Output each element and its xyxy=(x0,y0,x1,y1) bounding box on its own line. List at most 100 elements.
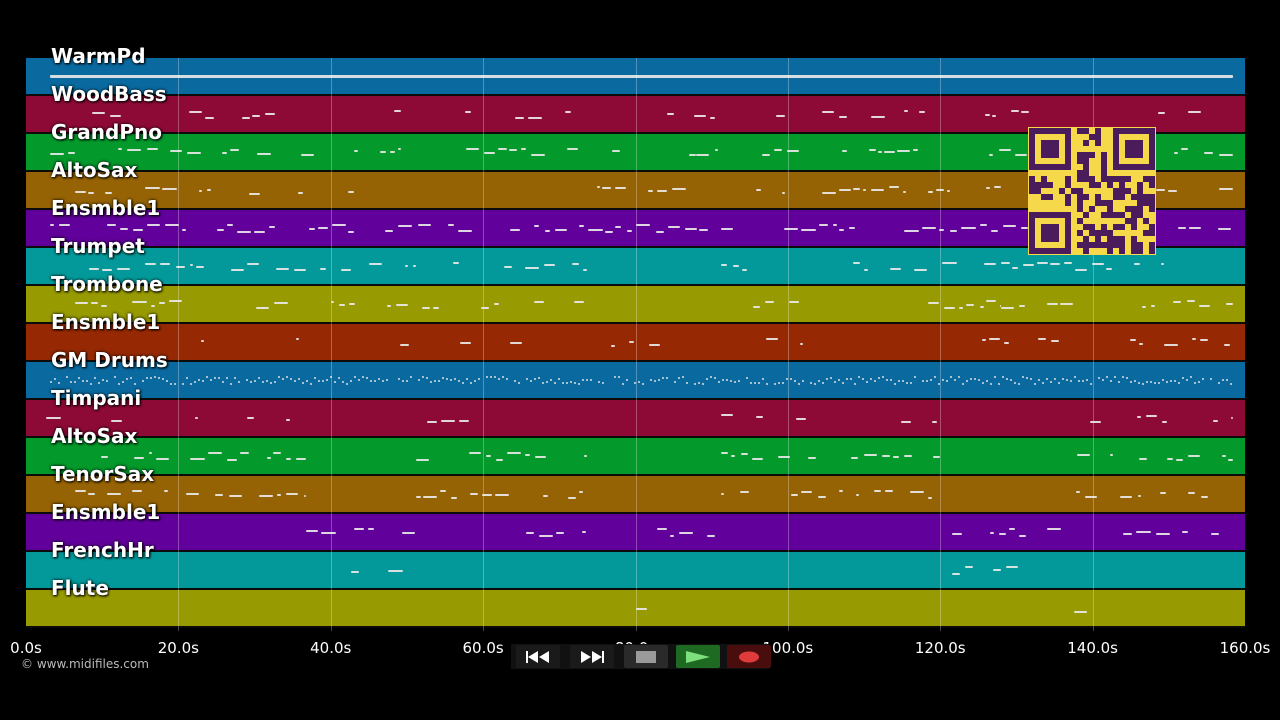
note xyxy=(1082,380,1085,382)
note xyxy=(466,148,479,150)
note xyxy=(817,496,827,498)
note xyxy=(1186,379,1189,381)
note xyxy=(285,493,299,495)
note xyxy=(1126,377,1129,379)
track-label: GrandPno xyxy=(51,120,162,144)
note xyxy=(111,420,123,422)
note xyxy=(426,377,429,379)
note xyxy=(1046,378,1049,380)
note xyxy=(854,383,857,385)
note xyxy=(240,452,250,454)
note xyxy=(506,378,509,380)
rewind-button[interactable] xyxy=(516,645,560,668)
note xyxy=(58,224,70,226)
note xyxy=(1021,227,1028,229)
note xyxy=(839,490,843,492)
note xyxy=(558,378,561,380)
note xyxy=(402,380,405,382)
note xyxy=(1181,148,1189,150)
note xyxy=(1145,415,1158,417)
note xyxy=(1228,459,1233,461)
time-tick-label: 0.0s xyxy=(10,639,42,657)
note xyxy=(788,301,799,303)
note xyxy=(927,191,933,193)
note xyxy=(306,530,318,532)
note xyxy=(248,193,261,195)
note xyxy=(919,111,925,113)
note xyxy=(273,452,281,454)
note xyxy=(450,497,457,499)
qr-code xyxy=(1028,127,1156,255)
note xyxy=(164,224,180,226)
note xyxy=(714,377,717,379)
note xyxy=(790,494,798,496)
note xyxy=(949,230,958,232)
note xyxy=(590,379,593,381)
note xyxy=(1166,381,1169,383)
note xyxy=(730,455,736,457)
note xyxy=(989,154,994,156)
note xyxy=(1221,455,1226,457)
note xyxy=(1158,382,1161,384)
note xyxy=(801,229,816,231)
note xyxy=(1026,377,1029,379)
track-label: Timpani xyxy=(51,386,142,410)
stop-button[interactable] xyxy=(624,645,668,668)
note xyxy=(385,230,394,232)
note xyxy=(214,494,224,496)
note xyxy=(82,380,85,382)
note xyxy=(1155,189,1165,191)
note xyxy=(1014,382,1017,384)
track-label: AltoSax xyxy=(51,424,138,448)
note xyxy=(1136,416,1141,418)
note xyxy=(196,266,204,268)
note xyxy=(1187,492,1196,494)
note xyxy=(881,455,891,457)
note xyxy=(942,262,958,264)
note xyxy=(1050,381,1053,383)
note xyxy=(950,376,953,378)
note xyxy=(602,187,612,189)
note xyxy=(226,377,229,379)
note xyxy=(300,154,314,156)
note xyxy=(706,378,709,380)
note xyxy=(150,305,156,307)
note xyxy=(194,381,197,383)
note xyxy=(1106,376,1109,378)
note xyxy=(810,382,813,384)
note xyxy=(952,533,962,535)
note xyxy=(799,343,804,345)
note xyxy=(214,377,217,379)
note xyxy=(958,376,961,378)
note xyxy=(888,186,900,188)
note xyxy=(105,192,112,194)
note xyxy=(389,151,395,153)
note xyxy=(290,378,293,380)
note xyxy=(934,376,937,378)
note xyxy=(863,189,867,191)
note xyxy=(852,188,860,190)
note xyxy=(252,115,260,117)
note xyxy=(1078,380,1081,382)
fast-forward-button[interactable] xyxy=(570,645,614,668)
note xyxy=(256,307,270,309)
play-button[interactable] xyxy=(676,645,720,668)
note xyxy=(267,457,271,459)
note xyxy=(635,224,651,226)
note xyxy=(914,269,927,271)
note xyxy=(846,378,849,380)
note xyxy=(334,381,337,383)
note xyxy=(849,227,855,229)
note xyxy=(218,377,221,379)
note xyxy=(752,458,763,460)
note xyxy=(162,188,177,190)
time-tick-label: 60.0s xyxy=(462,639,504,657)
note xyxy=(1218,154,1233,156)
note xyxy=(961,227,976,229)
note xyxy=(890,379,893,381)
record-button[interactable] xyxy=(727,645,771,668)
note xyxy=(766,383,769,385)
note xyxy=(682,376,685,378)
note xyxy=(483,152,495,154)
note xyxy=(1134,263,1141,265)
